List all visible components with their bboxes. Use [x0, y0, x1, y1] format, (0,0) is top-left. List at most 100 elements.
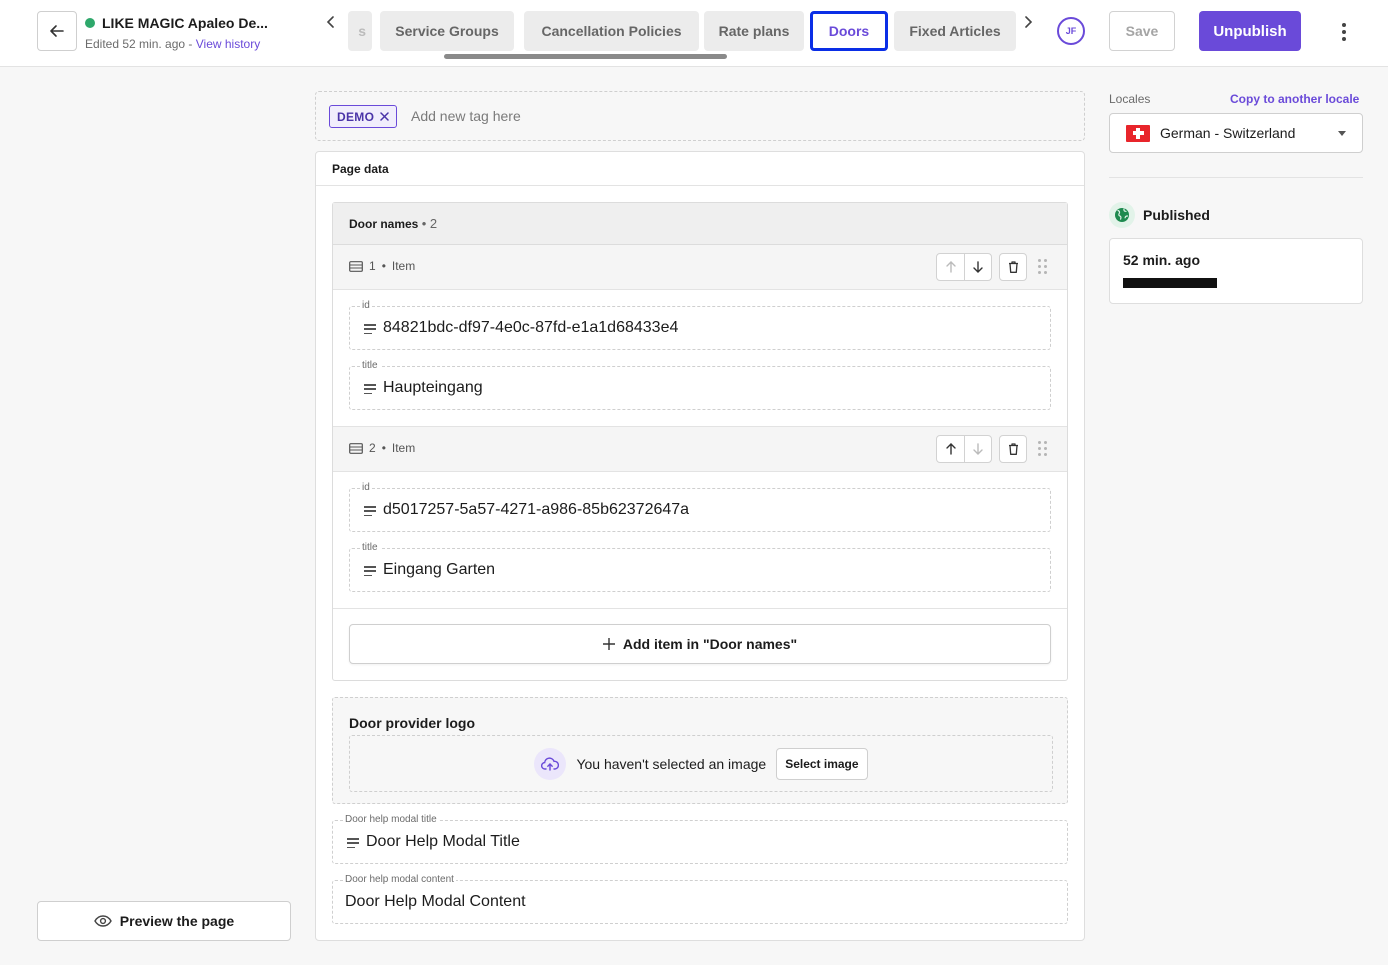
door-provider-logo-label: Door provider logo: [349, 715, 475, 731]
field-label: Door help modal title: [343, 814, 439, 825]
tab-cancellation-policies[interactable]: Cancellation Policies: [524, 11, 699, 51]
save-button[interactable]: Save: [1109, 11, 1175, 51]
drag-handle-icon[interactable]: [1038, 441, 1048, 457]
published-card: 52 min. ago: [1109, 238, 1363, 304]
divider: [1109, 177, 1363, 178]
tabs-scrollbar[interactable]: [444, 54, 727, 59]
trash-icon: [1008, 261, 1018, 273]
field-value: Door Help Modal Content: [345, 893, 526, 910]
text-field-icon: [364, 384, 376, 394]
item-card-icon: [349, 442, 363, 454]
door-help-modal-title-field[interactable]: Door help modal title Door Help Modal Ti…: [332, 814, 1068, 864]
text-field-icon: [364, 566, 376, 576]
door-names-label: Door names: [349, 217, 419, 231]
tab-fixed-articles[interactable]: Fixed Articles: [894, 11, 1016, 51]
item-title-field[interactable]: title Eingang Garten: [349, 542, 1051, 592]
add-item-button[interactable]: Add item in "Door names": [349, 624, 1051, 664]
field-value: Haupteingang: [383, 379, 483, 396]
tag-chip-demo: DEMO: [329, 105, 398, 128]
published-time: 52 min. ago: [1123, 252, 1201, 268]
tabs-strip: s Service Groups Cancellation Policies R…: [318, 8, 1048, 56]
view-history-link[interactable]: View history: [196, 37, 260, 51]
door-help-modal-content-field[interactable]: Door help modal content Door Help Modal …: [332, 874, 1068, 924]
field-label: title: [360, 542, 380, 553]
door-provider-logo-section: Door provider logo You haven't selected …: [332, 697, 1068, 804]
move-up-button[interactable]: [937, 436, 964, 462]
arrow-up-icon: [945, 443, 956, 455]
top-bar: LIKE MAGIC Apaleo De... Edited 52 min. a…: [0, 0, 1388, 67]
image-dropzone[interactable]: You haven't selected an image Select ima…: [349, 735, 1053, 792]
cloud-upload-icon: [534, 747, 567, 780]
select-image-button[interactable]: Select image: [776, 747, 868, 780]
user-avatar[interactable]: JF: [1057, 17, 1085, 45]
caret-down-icon: [1338, 130, 1346, 136]
item-id-field[interactable]: id 84821bdc-df97-4e0c-87fd-e1a1d68433e4: [349, 300, 1051, 350]
field-label: title: [360, 360, 380, 371]
globe-icon: [1109, 202, 1135, 228]
tabs-scroll-right-button[interactable]: [1016, 10, 1040, 34]
arrow-up-icon: [945, 261, 956, 273]
item-type: Item: [391, 259, 416, 273]
item-card-icon: [349, 260, 363, 272]
text-field-icon: [364, 506, 376, 516]
field-value: Door Help Modal Title: [366, 833, 520, 850]
locale-select[interactable]: German - Switzerland: [1109, 113, 1363, 153]
list-item-header: 2 • Item: [333, 427, 1067, 472]
item-id-field[interactable]: id d5017257-5a57-4271-a986-85b62372647a: [349, 482, 1051, 532]
field-label: id: [360, 300, 372, 311]
tag-input[interactable]: Add new tag here: [411, 108, 521, 124]
preview-page-button[interactable]: Preview the page: [37, 901, 291, 941]
plus-icon: [602, 638, 615, 650]
no-image-text: You haven't selected an image: [576, 755, 767, 772]
field-label: Door help modal content: [343, 874, 456, 885]
locales-label: Locales: [1109, 92, 1151, 106]
tab-doors[interactable]: Doors: [810, 11, 888, 51]
item-title-field[interactable]: title Haupteingang: [349, 360, 1051, 410]
status-dot-icon: [85, 18, 95, 28]
tab-rate-plans[interactable]: Rate plans: [704, 11, 804, 51]
tab-partial[interactable]: s: [348, 11, 372, 51]
tag-chip-label: DEMO: [337, 109, 375, 124]
back-button[interactable]: [37, 11, 77, 51]
field-value: 84821bdc-df97-4e0c-87fd-e1a1d68433e4: [383, 319, 679, 336]
text-field-icon: [364, 324, 376, 334]
move-up-button[interactable]: [937, 254, 964, 280]
list-item-header: 1 • Item: [333, 245, 1067, 290]
document-title: LIKE MAGIC Apaleo De...: [102, 15, 268, 31]
item-move-buttons: [936, 435, 992, 463]
add-item-label: Add item in "Door names": [622, 636, 798, 652]
move-down-button[interactable]: [964, 254, 991, 280]
chevron-right-icon: [1025, 16, 1033, 28]
page-data-title: Page data: [316, 152, 1084, 186]
page-data-panel: Page data Door names • 2 1 • Item id 84821…: [315, 151, 1085, 941]
item-index: 2: [369, 441, 376, 455]
tab-service-groups[interactable]: Service Groups: [380, 11, 514, 51]
close-icon[interactable]: [380, 112, 389, 121]
eye-icon: [93, 915, 112, 927]
text-field-icon: [347, 838, 359, 848]
divider: [333, 608, 1067, 609]
copy-to-locale-link[interactable]: Copy to another locale: [1230, 92, 1359, 106]
item-move-buttons: [936, 253, 992, 281]
arrow-down-icon: [973, 261, 983, 273]
field-label: id: [360, 482, 372, 493]
locale-value: German - Switzerland: [1160, 125, 1296, 141]
trash-icon: [1008, 443, 1018, 455]
door-names-count: 2: [429, 216, 438, 231]
field-value: Eingang Garten: [383, 561, 496, 578]
unpublish-button[interactable]: Unpublish: [1199, 11, 1301, 51]
move-down-button[interactable]: [964, 436, 991, 462]
more-options-icon[interactable]: [1334, 20, 1354, 44]
tags-box: DEMO Add new tag here: [315, 91, 1085, 141]
document-title-block: LIKE MAGIC Apaleo De... Edited 52 min. a…: [85, 15, 285, 51]
delete-item-button[interactable]: [999, 435, 1027, 463]
item-type: Item: [391, 441, 416, 455]
arrow-left-icon: [50, 25, 64, 37]
door-names-list: Door names • 2 1 • Item id 84821bdc-df97-4…: [332, 202, 1068, 681]
drag-handle-icon[interactable]: [1038, 259, 1048, 275]
delete-item-button[interactable]: [999, 253, 1027, 281]
redacted-author: [1123, 278, 1217, 288]
published-status: Published: [1109, 202, 1210, 228]
published-label: Published: [1143, 207, 1210, 223]
preview-page-label: Preview the page: [119, 913, 235, 929]
